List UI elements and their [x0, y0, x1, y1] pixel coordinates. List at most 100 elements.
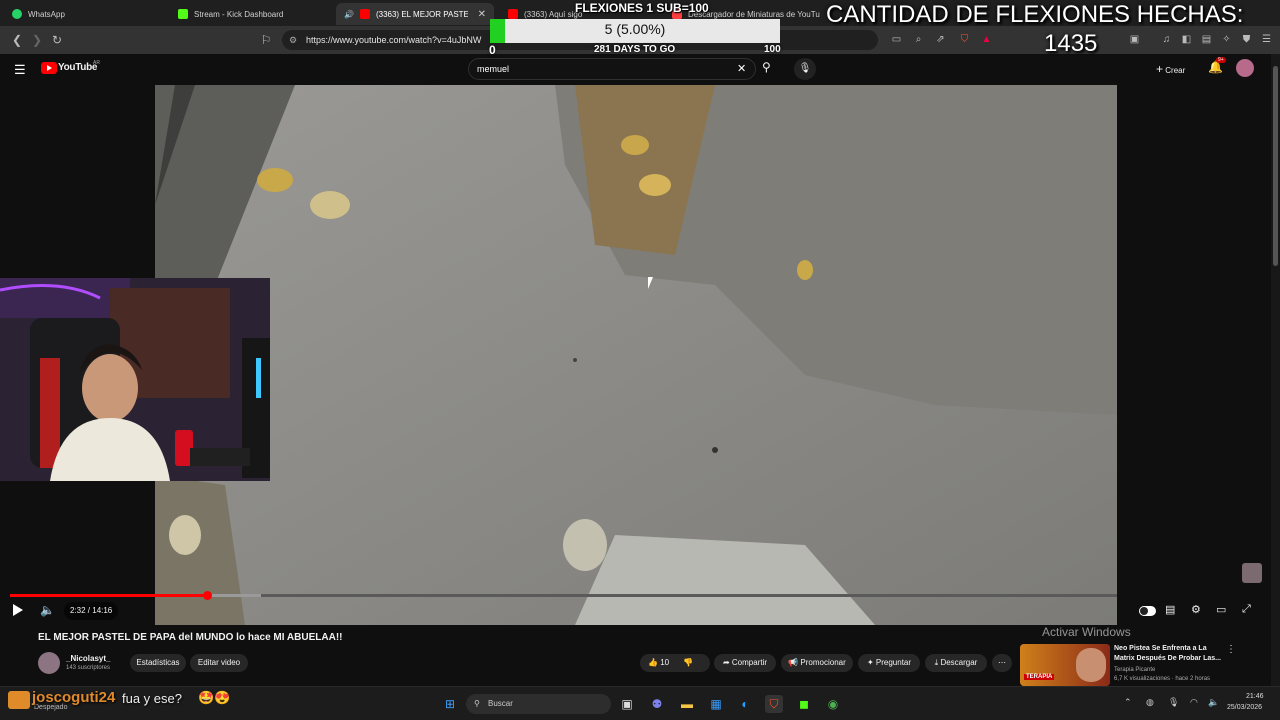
subtitles-icon[interactable]: ▤ — [1165, 603, 1175, 616]
autoplay-toggle[interactable] — [1139, 606, 1156, 616]
plus-icon: + — [1156, 62, 1164, 76]
share-label: Compartir — [731, 658, 768, 667]
speaker-tray-icon[interactable]: 🔈 — [1208, 697, 1219, 708]
time-display: 2:32 / 14:16 — [64, 602, 119, 620]
clock-time[interactable]: 21:46 — [1246, 693, 1264, 700]
webcam-overlay — [0, 278, 270, 481]
wallet-icon[interactable]: ▤ — [1200, 33, 1213, 46]
forward-icon[interactable]: ❯ — [29, 32, 45, 48]
hamburger-menu-icon[interactable]: ☰ — [14, 62, 26, 78]
zoom-icon[interactable]: ⌕ — [912, 33, 925, 46]
goal-min: 0 — [489, 43, 496, 57]
settings-gear-icon[interactable]: ⚙ — [1191, 603, 1201, 616]
network-icon[interactable]: ◍ — [1146, 697, 1154, 708]
download-icon: ⤓ — [934, 658, 939, 667]
youtube-icon — [508, 9, 518, 19]
bookmark-icon[interactable]: ⚐ — [258, 32, 274, 48]
teams-icon[interactable]: ⚉ — [648, 695, 666, 713]
fullscreen-icon[interactable]: ⤢ — [1242, 603, 1251, 616]
channel-name[interactable]: _Nicolasyt_ — [66, 654, 110, 663]
recommended-meta: 6,7 K visualizaciones · hace 2 horas — [1114, 676, 1211, 682]
search-value: memuel — [477, 64, 510, 74]
sparkle-icon: ✦ — [866, 658, 874, 667]
brave-icon[interactable]: ⛉ — [765, 695, 783, 713]
clock-date[interactable]: 25/03/2026 — [1227, 704, 1262, 711]
tray-chevron-icon[interactable]: ⌃ — [1124, 697, 1132, 708]
microphone-icon[interactable]: 🎙 — [794, 58, 816, 80]
edge-icon[interactable]: ◐ — [736, 695, 754, 713]
share-button[interactable]: ➦ Compartir — [714, 654, 776, 672]
search-icon: ⚲ — [474, 699, 480, 708]
mouse-cursor — [648, 277, 656, 289]
download-button[interactable]: ⤓ Descargar — [925, 654, 987, 672]
menu-icon[interactable]: ☰ — [1260, 33, 1273, 46]
close-tab-icon[interactable]: ✕ — [478, 9, 486, 20]
notification-badge: 9+ — [1216, 57, 1226, 63]
music-icon[interactable]: ♫ — [1160, 33, 1173, 46]
windows-start-icon[interactable]: ⊞ — [441, 695, 459, 713]
search-icon[interactable]: ⚲ — [762, 60, 771, 74]
like-icon[interactable]: 👍 — [648, 658, 658, 667]
more-actions-icon[interactable]: ⋯ — [992, 654, 1012, 672]
tab-label: (3363) Aquí sigo — [524, 9, 583, 19]
leo-icon[interactable]: ✧ — [1220, 33, 1233, 46]
url-text: https://www.youtube.com/watch?v=4uJbNW — [306, 35, 482, 45]
back-icon[interactable]: ❮ — [9, 32, 25, 48]
like-dislike-group[interactable]: 👍 10 👎 — [640, 654, 710, 672]
kick-icon — [178, 9, 188, 19]
search-input[interactable]: memuel ✕ — [468, 58, 756, 80]
taskbar-search[interactable]: ⚲ Buscar — [466, 694, 611, 714]
video-scene — [155, 85, 1117, 625]
tab-label: WhatsApp — [28, 9, 65, 19]
tab-kick-dashboard[interactable]: Stream - Kick Dashboard — [170, 3, 330, 25]
theater-mode-icon[interactable]: ▭ — [1216, 603, 1226, 616]
thumbnail-text: TERAPIA — [1024, 674, 1055, 680]
microphone-tray-icon[interactable]: 🎙 — [1168, 697, 1179, 708]
youtube-logo-text[interactable]: YouTube — [58, 62, 98, 73]
like-count: 10 — [660, 658, 670, 667]
sidebar-icon[interactable]: ▣ — [1128, 33, 1141, 46]
recommended-thumbnail[interactable]: TERAPIA — [1020, 644, 1110, 686]
channel-avatar[interactable] — [38, 652, 60, 674]
vpn-icon[interactable]: ⛊ — [1240, 33, 1253, 46]
stats-button[interactable]: Estadísticas — [130, 654, 186, 672]
whatsapp-icon — [12, 9, 22, 19]
seek-bar[interactable] — [10, 591, 1117, 600]
scrubber-handle[interactable] — [203, 591, 213, 600]
cast-icon[interactable]: ▭ — [890, 33, 903, 46]
avatar[interactable] — [1236, 59, 1254, 77]
obs-icon[interactable]: ◉ — [824, 695, 842, 713]
brave-rewards-icon[interactable]: ▲ — [980, 33, 993, 46]
weather-icon[interactable] — [8, 691, 30, 709]
windows-taskbar: Despejado ⊞ ⚲ Buscar ▣ ⚉ ▬ ▦ ◐ ⛉ ◼ ◉ ⌃ ◍… — [0, 686, 1280, 720]
video-frame[interactable] — [155, 85, 1117, 625]
volume-icon[interactable]: 🔈 — [40, 603, 55, 617]
wifi-icon[interactable]: ◠ — [1190, 697, 1198, 708]
youtube-icon — [359, 9, 370, 19]
brave-shield-icon[interactable]: ⛉ — [958, 33, 971, 46]
more-options-icon[interactable]: ⋮ — [1226, 644, 1236, 655]
youtube-logo-icon[interactable] — [41, 62, 57, 74]
channel-watermark[interactable] — [1242, 563, 1262, 583]
file-explorer-icon[interactable]: ▬ — [678, 695, 696, 713]
reload-icon[interactable]: ↻ — [49, 32, 65, 48]
taskbar-search-label: Buscar — [488, 699, 513, 708]
play-icon[interactable] — [13, 604, 23, 616]
tab-youtube-video[interactable]: 🔊 (3363) EL MEJOR PASTEL DE ✕ — [336, 3, 494, 25]
kick-app-icon[interactable]: ◼ — [795, 695, 813, 713]
panel-icon[interactable]: ◧ — [1180, 33, 1193, 46]
page-scrollbar[interactable] — [1271, 54, 1280, 686]
region-code: AR — [93, 60, 100, 66]
share-icon[interactable]: ⇗ — [934, 33, 947, 46]
create-button[interactable]: + Crear — [1156, 60, 1185, 78]
store-icon[interactable]: ▦ — [707, 695, 725, 713]
clear-search-icon[interactable]: ✕ — [737, 59, 746, 79]
played-bar — [10, 594, 208, 597]
tab-whatsapp[interactable]: WhatsApp — [4, 3, 164, 25]
task-view-icon[interactable]: ▣ — [618, 695, 636, 713]
ask-button[interactable]: ✦ Preguntar — [858, 654, 920, 672]
dislike-icon[interactable]: 👎 — [683, 658, 693, 667]
recommended-title[interactable]: Neo Pistea Se Enfrenta a La Matrix Despu… — [1114, 644, 1226, 664]
promote-button[interactable]: 📢 Promocionar — [781, 654, 853, 672]
edit-video-button[interactable]: Editar video — [190, 654, 248, 672]
